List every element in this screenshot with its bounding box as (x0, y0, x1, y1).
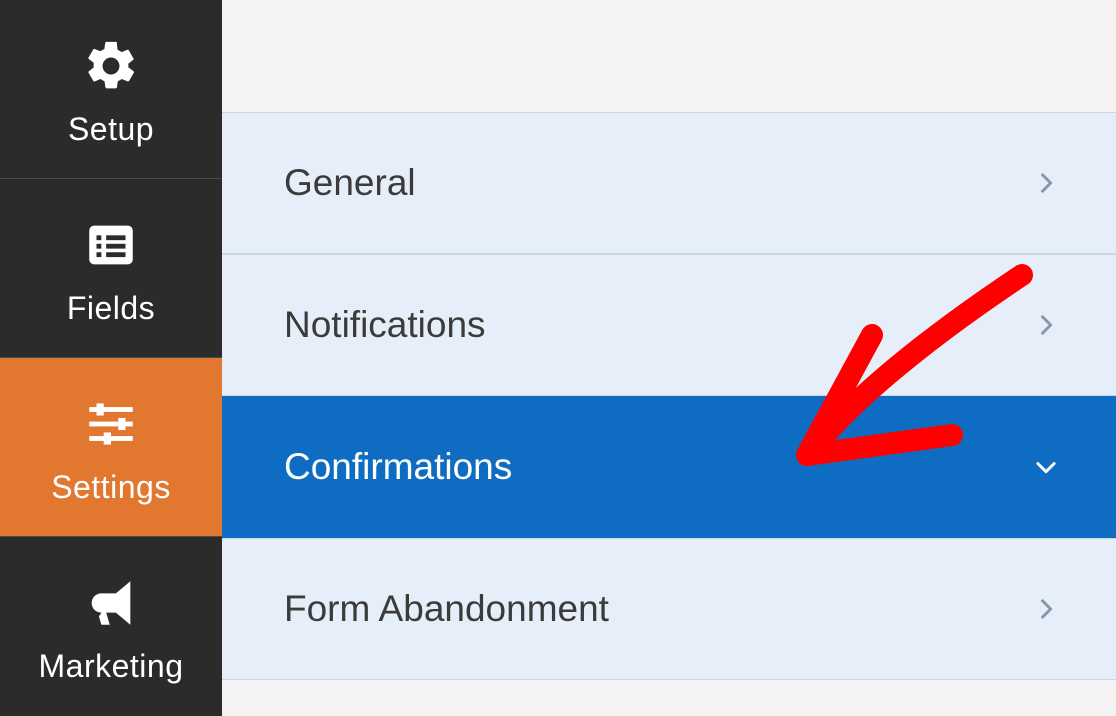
panel-row-general[interactable]: General (222, 112, 1116, 254)
sliders-icon (76, 389, 146, 459)
row-label: Confirmations (284, 446, 512, 488)
sidebar: Setup Fields Settings (0, 0, 222, 716)
chevron-right-icon (1032, 595, 1060, 623)
nav-label: Marketing (39, 648, 184, 685)
row-label: Form Abandonment (284, 588, 609, 630)
bullhorn-icon (76, 568, 146, 638)
list-icon (76, 210, 146, 280)
row-label: Notifications (284, 304, 486, 346)
panel-row-form-abandonment[interactable]: Form Abandonment (222, 538, 1116, 680)
nav-item-fields[interactable]: Fields (0, 179, 222, 358)
chevron-right-icon (1032, 169, 1060, 197)
gear-icon (76, 31, 146, 101)
app-root: Setup Fields Settings (0, 0, 1116, 716)
nav-item-setup[interactable]: Setup (0, 0, 222, 179)
chevron-down-icon (1032, 453, 1060, 481)
nav-label: Setup (68, 111, 154, 148)
row-label: General (284, 162, 416, 204)
chevron-right-icon (1032, 311, 1060, 339)
panel-row-notifications[interactable]: Notifications (222, 254, 1116, 396)
nav-label: Fields (67, 290, 155, 327)
nav-item-settings[interactable]: Settings (0, 358, 222, 537)
settings-panel: General Notifications Confirmations Form… (222, 0, 1116, 716)
panel-row-confirmations[interactable]: Confirmations (222, 396, 1116, 538)
nav-item-marketing[interactable]: Marketing (0, 537, 222, 716)
panel-header-gap (222, 0, 1116, 112)
nav-label: Settings (51, 469, 171, 506)
